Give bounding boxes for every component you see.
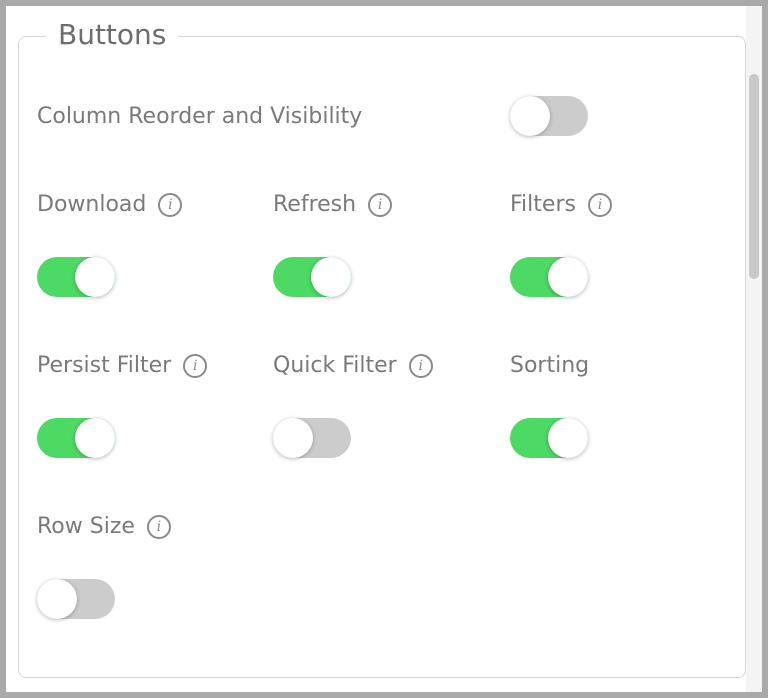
info-icon[interactable]: i bbox=[183, 354, 208, 378]
vertical-scrollbar[interactable] bbox=[746, 6, 762, 692]
toggle-knob bbox=[75, 418, 115, 458]
quick-filter-toggle[interactable] bbox=[273, 418, 351, 458]
toggle-knob bbox=[548, 257, 588, 297]
persist-filter-toggle[interactable] bbox=[37, 418, 115, 458]
toggle-knob bbox=[75, 257, 115, 297]
toggle-knob bbox=[548, 418, 588, 458]
info-icon[interactable]: i bbox=[158, 193, 183, 217]
info-icon[interactable]: i bbox=[408, 354, 433, 378]
refresh-label-text: Refresh bbox=[273, 192, 357, 217]
row-size-toggle[interactable] bbox=[37, 579, 115, 619]
toggle-knob bbox=[510, 96, 550, 136]
refresh-label: Refresh i bbox=[273, 191, 393, 219]
download-label-text: Download bbox=[37, 192, 147, 217]
toggle-knob bbox=[273, 418, 313, 458]
sorting-label-text: Sorting bbox=[510, 353, 590, 378]
fieldset-legend: Buttons bbox=[46, 18, 179, 52]
filters-label-text: Filters bbox=[510, 192, 576, 217]
sorting-toggle[interactable] bbox=[510, 418, 588, 458]
quick-filter-label-text: Quick Filter bbox=[273, 353, 397, 378]
refresh-toggle[interactable] bbox=[273, 257, 351, 297]
info-icon[interactable]: i bbox=[146, 515, 171, 539]
filters-toggle[interactable] bbox=[510, 257, 588, 297]
row-size-label: Row Size i bbox=[37, 513, 171, 541]
column-reorder-toggle[interactable] bbox=[510, 96, 588, 136]
filters-label: Filters i bbox=[510, 191, 612, 219]
toggle-knob bbox=[311, 257, 351, 297]
settings-panel-frame: Buttons Column Reorder and Visibility Do… bbox=[6, 6, 762, 692]
column-reorder-label: Column Reorder and Visibility bbox=[37, 103, 362, 131]
row-size-label-text: Row Size bbox=[37, 514, 135, 539]
persist-filter-label: Persist Filter i bbox=[37, 352, 208, 380]
download-toggle[interactable] bbox=[37, 257, 115, 297]
info-icon[interactable]: i bbox=[368, 193, 393, 217]
toggle-knob bbox=[37, 579, 77, 619]
quick-filter-label: Quick Filter i bbox=[273, 352, 433, 380]
sorting-label: Sorting bbox=[510, 352, 589, 380]
column-reorder-label-text: Column Reorder and Visibility bbox=[37, 104, 363, 129]
download-label: Download i bbox=[37, 191, 183, 219]
persist-filter-label-text: Persist Filter bbox=[37, 353, 172, 378]
scrollbar-thumb[interactable] bbox=[749, 74, 759, 279]
info-icon[interactable]: i bbox=[587, 193, 612, 217]
